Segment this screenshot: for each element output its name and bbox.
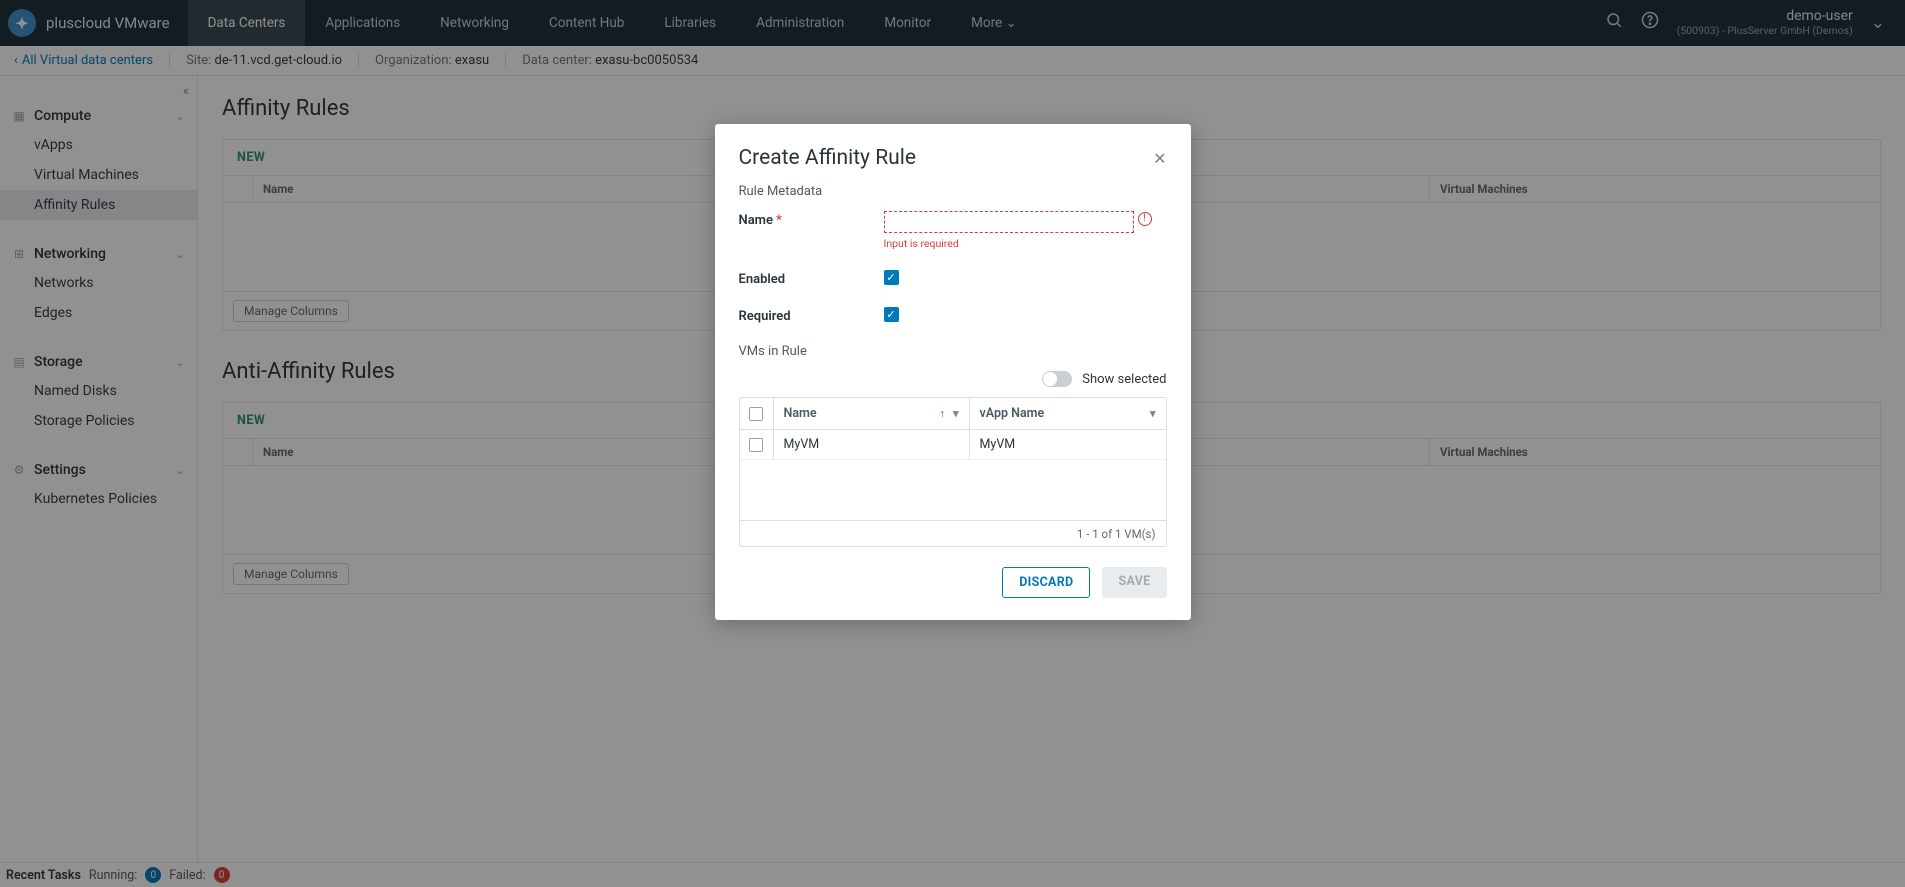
name-input[interactable] <box>884 211 1134 233</box>
vms-grid-footer: 1 - 1 of 1 VM(s) <box>740 520 1166 546</box>
rule-metadata-heading: Rule Metadata <box>739 184 1167 199</box>
save-button: SAVE <box>1102 567 1166 598</box>
select-all-checkbox[interactable] <box>749 407 763 421</box>
discard-button[interactable]: DISCARD <box>1002 567 1090 598</box>
create-affinity-dialog: Create Affinity Rule ✕ Rule Metadata Nam… <box>715 124 1191 620</box>
vms-row[interactable]: MyVM MyVM <box>740 430 1166 460</box>
modal-overlay: Create Affinity Rule ✕ Rule Metadata Nam… <box>0 0 1905 887</box>
show-selected-toggle[interactable] <box>1042 371 1072 387</box>
dialog-title: Create Affinity Rule <box>739 146 916 170</box>
vms-col-vapp[interactable]: vApp Name ▾ <box>970 398 1166 429</box>
close-icon[interactable]: ✕ <box>1153 149 1166 168</box>
name-label: Name* <box>739 211 884 228</box>
vms-col-name[interactable]: Name ↑ ▾ <box>774 398 970 429</box>
filter-icon[interactable]: ▾ <box>953 407 959 420</box>
show-selected-label: Show selected <box>1082 372 1166 387</box>
enabled-checkbox[interactable]: ✓ <box>884 270 899 285</box>
required-checkbox[interactable]: ✓ <box>884 307 899 322</box>
filter-icon[interactable]: ▾ <box>1150 407 1156 420</box>
required-label: Required <box>739 307 884 324</box>
row-checkbox[interactable] <box>749 438 763 452</box>
name-error-text: Input is required <box>884 237 1167 250</box>
vms-grid: Name ↑ ▾ vApp Name ▾ MyVM MyVM <box>739 397 1167 547</box>
sort-asc-icon[interactable]: ↑ <box>939 407 945 420</box>
vms-in-rule-heading: VMs in Rule <box>739 344 1167 359</box>
error-icon: ! <box>1138 212 1152 226</box>
enabled-label: Enabled <box>739 270 884 287</box>
vms-row-name: MyVM <box>774 430 970 459</box>
vms-row-vapp: MyVM <box>970 430 1166 459</box>
